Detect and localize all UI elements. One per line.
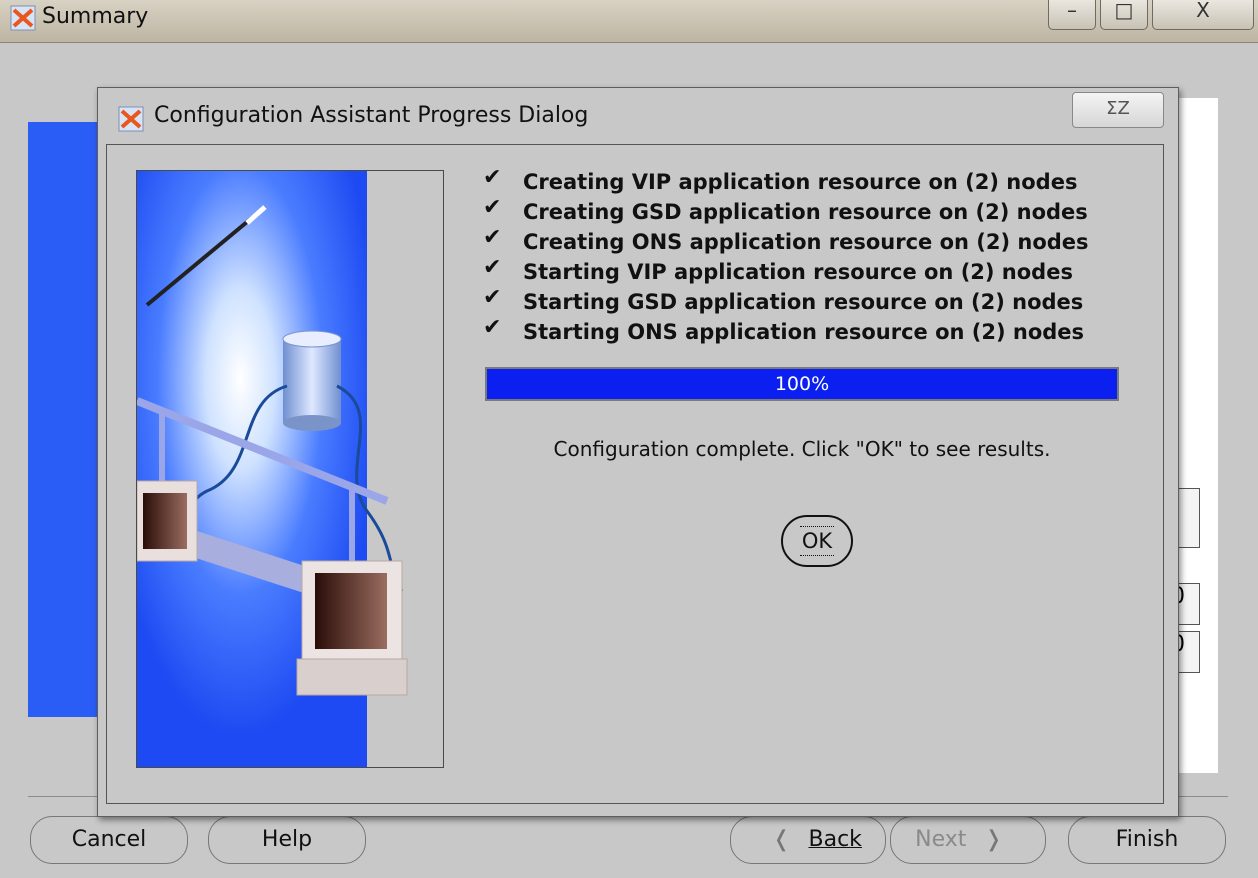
checkmark-icon: ✔	[483, 195, 502, 220]
task-label: Starting GSD application resource on (2)…	[523, 290, 1084, 314]
network-illustration	[136, 170, 444, 768]
window-close-button[interactable]: X	[1152, 0, 1254, 30]
window-titlebar: Summary – □ X	[0, 0, 1258, 43]
chevron-right-icon: ❭	[984, 827, 1003, 852]
dialog-titlebar: Configuration Assistant Progress Dialog …	[98, 88, 1178, 144]
maximize-button[interactable]: □	[1100, 0, 1148, 30]
progress-bar: 100%	[485, 367, 1119, 401]
cancel-label: Cancel	[71, 827, 147, 852]
chevron-left-icon: ❬	[772, 827, 791, 852]
checkmark-icon: ✔	[483, 285, 502, 310]
dialog-close-button[interactable]: ΣΖ	[1072, 92, 1164, 128]
next-label: Next	[915, 827, 967, 852]
cancel-button[interactable]: Cancel	[30, 816, 188, 864]
network-illustration-graphic	[137, 171, 443, 767]
back-button[interactable]: ❬ Back	[730, 816, 886, 864]
window-title: Summary	[42, 4, 149, 29]
checkmark-icon: ✔	[483, 255, 502, 280]
app-icon	[118, 106, 144, 132]
help-label: Help	[261, 827, 313, 852]
finish-button[interactable]: Finish	[1068, 816, 1226, 864]
app-icon	[10, 5, 36, 31]
progress-label: 100%	[774, 373, 830, 395]
wizard-side-image	[28, 122, 100, 717]
task-label: Starting ONS application resource on (2)…	[523, 320, 1085, 344]
back-label: Back	[808, 827, 862, 852]
minimize-button[interactable]: –	[1048, 0, 1096, 30]
checkmark-icon: ✔	[483, 225, 502, 250]
next-button[interactable]: Next ❭	[890, 816, 1046, 864]
task-label: Creating ONS application resource on (2)…	[523, 230, 1089, 254]
task-label: Creating GSD application resource on (2)…	[523, 200, 1088, 224]
progress-dialog: Configuration Assistant Progress Dialog …	[97, 87, 1179, 817]
checkmark-icon: ✔	[483, 165, 502, 190]
finish-label: Finish	[1115, 827, 1179, 852]
dialog-content: ✔ Creating VIP application resource on (2…	[106, 144, 1164, 804]
dialog-title: Configuration Assistant Progress Dialog	[154, 103, 589, 128]
help-button[interactable]: Help	[208, 816, 366, 864]
checkmark-icon: ✔	[483, 315, 502, 340]
ok-button[interactable]: OK	[781, 515, 853, 567]
ok-label: OK	[799, 526, 835, 556]
task-label: Starting VIP application resource on (2)…	[523, 260, 1073, 284]
task-label: Creating VIP application resource on (2)…	[523, 170, 1078, 194]
status-message: Configuration complete. Click "OK" to se…	[553, 437, 1051, 461]
